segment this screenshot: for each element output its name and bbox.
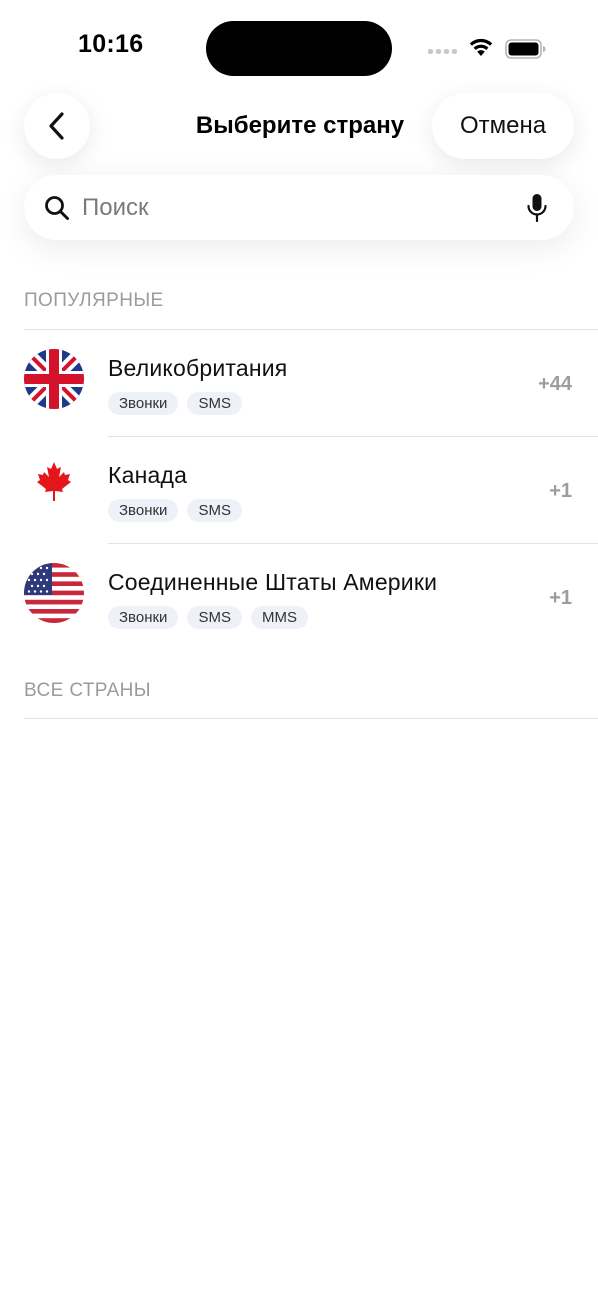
divider <box>24 718 598 719</box>
nav-bar: Выберите страну Отмена <box>0 93 598 159</box>
back-button[interactable] <box>24 93 90 159</box>
search-bar[interactable] <box>24 175 574 240</box>
search-icon <box>45 196 69 220</box>
cellular-signal-icon <box>428 44 458 54</box>
cancel-button[interactable]: Отмена <box>432 93 574 159</box>
country-row-uk[interactable]: Великобритания Звонки SMS +44 <box>0 330 598 436</box>
canada-flag-icon <box>24 456 84 516</box>
page-title: Выберите страну <box>195 112 405 139</box>
dial-code: +1 <box>549 587 572 609</box>
capability-tags: Звонки SMS <box>108 499 242 522</box>
search-input[interactable] <box>82 175 502 240</box>
us-flag-icon <box>24 563 84 623</box>
microphone-icon[interactable] <box>526 193 548 223</box>
section-header-popular: ПОПУЛЯРНЫЕ <box>24 290 164 311</box>
capability-tags: Звонки SMS <box>108 392 242 415</box>
tag-sms: SMS <box>187 606 242 629</box>
country-row-usa[interactable]: Соединенные Штаты Америки Звонки SMS MMS… <box>0 544 598 650</box>
country-row-canada[interactable]: Канада Звонки SMS +1 <box>0 437 598 543</box>
dynamic-island <box>206 21 392 76</box>
tag-calls: Звонки <box>108 392 179 415</box>
battery-icon <box>505 39 546 59</box>
tag-calls: Звонки <box>108 499 179 522</box>
uk-flag-icon <box>24 349 84 409</box>
tag-sms: SMS <box>187 392 242 415</box>
chevron-left-icon <box>49 112 64 140</box>
tag-calls: Звонки <box>108 606 179 629</box>
tag-sms: SMS <box>187 499 242 522</box>
country-name: Соединенные Штаты Америки <box>108 569 438 595</box>
section-header-all: ВСЕ СТРАНЫ <box>24 680 152 701</box>
status-time: 10:16 <box>78 30 144 58</box>
country-name: Великобритания <box>108 355 288 381</box>
capability-tags: Звонки SMS MMS <box>108 606 308 629</box>
tag-mms: MMS <box>250 606 308 629</box>
dial-code: +1 <box>549 480 572 502</box>
country-name: Канада <box>108 462 188 488</box>
dial-code: +44 <box>538 373 572 395</box>
status-bar: 10:16 <box>0 0 598 96</box>
wifi-icon <box>469 38 493 56</box>
